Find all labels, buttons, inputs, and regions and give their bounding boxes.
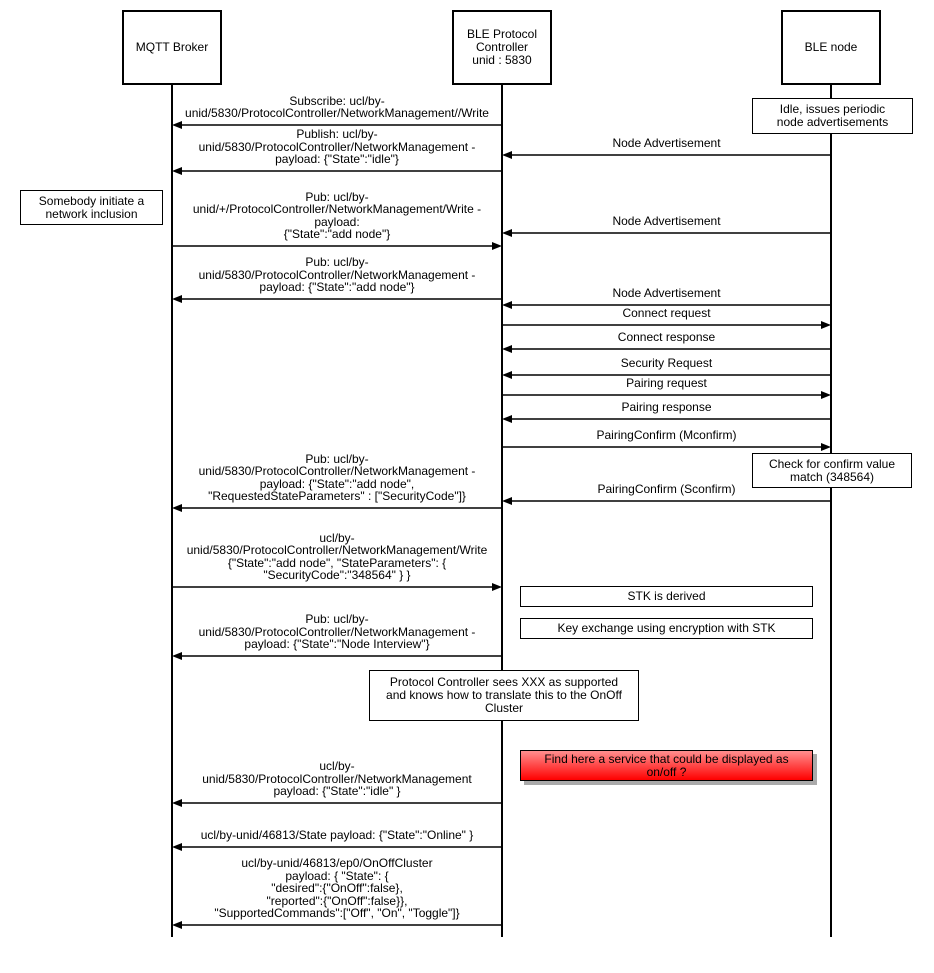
- note: STK is derived: [520, 586, 813, 607]
- message-label: Node Advertisement: [612, 286, 721, 301]
- arrowhead-icon: [502, 415, 512, 423]
- arrowhead-icon: [172, 652, 182, 660]
- arrowhead-icon: [821, 443, 831, 451]
- message-label: Connect response: [617, 330, 716, 345]
- message-label: Pub: ucl/by- unid/5830/ProtocolControlle…: [198, 255, 476, 295]
- arrowhead-icon: [821, 321, 831, 329]
- arrowhead-icon: [172, 295, 182, 303]
- message-label: ucl/by- unid/5830/ProtocolController/Net…: [202, 759, 472, 799]
- message-label: Pub: ucl/by- unid/+/ProtocolController/N…: [192, 189, 482, 242]
- actor-node: BLE node: [781, 10, 881, 85]
- arrowhead-icon: [492, 242, 502, 250]
- arrowhead-icon: [502, 151, 512, 159]
- note: Protocol Controller sees XXX as supporte…: [369, 670, 639, 721]
- note: Check for confirm value match (348564): [752, 453, 912, 488]
- message-label: Pub: ucl/by- unid/5830/ProtocolControlle…: [198, 612, 476, 652]
- arrowhead-icon: [172, 843, 182, 851]
- note: Somebody initiate a network inclusion: [20, 190, 163, 225]
- message-label: Node Advertisement: [612, 136, 721, 151]
- message-label: PairingConfirm (Mconfirm): [596, 428, 737, 443]
- message-label: Node Advertisement: [612, 214, 721, 229]
- arrowhead-icon: [502, 345, 512, 353]
- message-label: ucl/by- unid/5830/ProtocolController/Net…: [186, 530, 488, 583]
- message-label: Publish: ucl/by- unid/5830/ProtocolContr…: [198, 127, 476, 167]
- arrowhead-icon: [502, 229, 512, 237]
- message-label: Pairing request: [626, 376, 707, 391]
- note: Key exchange using encryption with STK: [520, 618, 813, 639]
- highlight-note: Find here a service that could be displa…: [520, 750, 813, 781]
- message-label: Pub: ucl/by- unid/5830/ProtocolControlle…: [198, 451, 476, 504]
- message-label: Subscribe: ucl/by- unid/5830/ProtocolCon…: [185, 93, 489, 121]
- arrowhead-icon: [172, 167, 182, 175]
- arrowhead-icon: [172, 799, 182, 807]
- message-label: Connect request: [622, 306, 711, 321]
- message-label: Security Request: [620, 356, 713, 371]
- arrowhead-icon: [821, 391, 831, 399]
- note: Idle, issues periodic node advertisement…: [752, 98, 913, 134]
- actor-mqtt: MQTT Broker: [122, 10, 222, 85]
- message-label: Pairing response: [621, 400, 712, 415]
- arrowhead-icon: [172, 504, 182, 512]
- arrowhead-icon: [502, 497, 512, 505]
- message-label: ucl/by-unid/46813/State payload: {"State…: [200, 828, 474, 843]
- arrowhead-icon: [492, 583, 502, 591]
- message-label: ucl/by-unid/46813/ep0/OnOffCluster paylo…: [214, 856, 460, 921]
- arrowhead-icon: [172, 921, 182, 929]
- actor-pc: BLE Protocol Controller unid : 5830: [452, 10, 552, 85]
